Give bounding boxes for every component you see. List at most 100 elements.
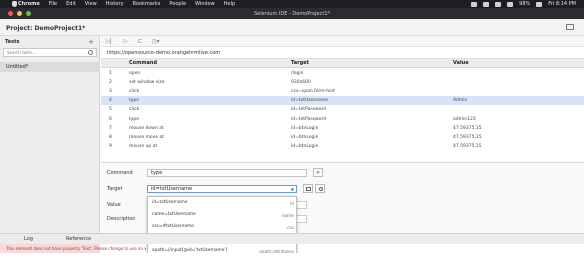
row-target: /login xyxy=(291,71,304,76)
suggestion-strategy: id xyxy=(290,202,294,207)
column-header-target: Target xyxy=(291,60,309,66)
clear-command-button[interactable]: × xyxy=(313,168,323,177)
base-url-field[interactable]: https://opensource-demo.orangehrmlive.co… xyxy=(101,47,584,59)
row-value: 47.59375,15 xyxy=(453,134,482,140)
open-project-icon[interactable] xyxy=(566,24,574,30)
table-row[interactable]: 1 open/login xyxy=(101,69,584,78)
suggestion-locator: id=txtUsername xyxy=(152,200,188,205)
suggestion-locator: css=#txtUsername xyxy=(152,224,194,229)
run-current-test-icon[interactable]: ▷ xyxy=(122,38,129,45)
find-target-button[interactable] xyxy=(315,184,325,193)
menu-app-name[interactable]: Chrome xyxy=(18,1,40,7)
row-number: 5 xyxy=(109,107,112,113)
speed-icon[interactable]: ◷▾ xyxy=(151,38,159,45)
menu-view[interactable]: View xyxy=(85,1,97,7)
table-row[interactable]: 7 mouse down at id=btnLogin 47.59375,15 xyxy=(101,124,584,133)
close-window-button[interactable] xyxy=(8,11,13,16)
target-suggestion-item[interactable]: id=txtUsername id xyxy=(148,200,296,210)
window-titlebar: Selenium IDE - DemoProject1* xyxy=(0,8,584,19)
test-list-item[interactable]: Untitled* xyxy=(0,62,100,72)
run-all-tests-icon[interactable]: ▷▏ xyxy=(106,38,115,45)
menu-file[interactable]: File xyxy=(49,1,57,7)
row-target: css=span.form-hint xyxy=(291,89,336,95)
tests-dropdown-label[interactable]: Tests xyxy=(5,39,19,45)
table-row[interactable]: 6 type id=txtPassword admin123 xyxy=(101,115,584,124)
menu-edit[interactable]: Edit xyxy=(66,1,76,7)
row-target: id=txtUsername xyxy=(291,98,329,104)
wifi-icon[interactable] xyxy=(495,1,502,7)
command-table: Command Target Value 1 open/login 2 set win… xyxy=(101,59,584,162)
suggestion-locator: name=txtUsername xyxy=(152,212,196,217)
row-target: id=btnLogin xyxy=(291,134,319,140)
command-label: Command xyxy=(107,170,133,176)
suggestion-strategy: css xyxy=(287,226,294,231)
bottom-panel-tabs: Log Reference xyxy=(0,233,584,244)
tests-panel: Tests + Untitled* xyxy=(0,36,100,233)
apple-icon[interactable] xyxy=(12,1,17,7)
target-input[interactable]: id=txtUsername ▼ xyxy=(147,185,297,193)
project-name[interactable]: Project: DemoProject1* xyxy=(6,25,85,32)
zoom-window-button[interactable] xyxy=(26,11,31,16)
row-number: 2 xyxy=(109,80,112,86)
value-label: Value xyxy=(107,202,121,208)
menu-people[interactable]: People xyxy=(169,1,186,7)
tray-app-icon[interactable] xyxy=(483,1,490,7)
command-input[interactable]: type xyxy=(147,169,307,177)
select-target-button[interactable] xyxy=(303,184,313,193)
step-over-icon[interactable]: ⊏ xyxy=(137,38,144,45)
row-target: 930x600 xyxy=(291,80,311,86)
search-icon xyxy=(319,187,323,191)
row-value: 47.59375,15 xyxy=(453,125,482,131)
row-number: 6 xyxy=(109,116,112,122)
chevron-down-icon[interactable]: ▼ xyxy=(291,186,294,193)
target-suggestion-item[interactable]: name=txtUsername name xyxy=(148,212,296,222)
row-target: id=btnLogin xyxy=(291,143,319,149)
minimize-window-button[interactable] xyxy=(17,11,22,16)
table-row[interactable]: 8 mouse move at id=btnLogin 47.59375,15 xyxy=(101,133,584,142)
project-bar: Project: DemoProject1* xyxy=(0,19,584,36)
menu-help[interactable]: Help xyxy=(224,1,235,7)
table-row[interactable]: 2 set window size 930x600 xyxy=(101,78,584,87)
row-value: Admin xyxy=(453,98,468,104)
row-target: id=btnLogin xyxy=(291,125,319,131)
select-target-icon xyxy=(306,187,311,191)
column-header-command: Command xyxy=(129,60,158,66)
test-search-box xyxy=(3,48,97,57)
row-command: type xyxy=(129,98,140,104)
row-number: 1 xyxy=(109,71,112,76)
battery-icon[interactable] xyxy=(536,1,543,7)
battery-percent[interactable]: 98% xyxy=(519,1,530,7)
playback-toolbar: ▷▏ ▷ ⊏ ◷▾ xyxy=(101,36,584,47)
row-command: mouse up at xyxy=(129,143,158,149)
menu-history[interactable]: History xyxy=(106,1,124,7)
window-title: Selenium IDE - DemoProject1* xyxy=(253,10,330,17)
tab-log[interactable]: Log xyxy=(24,236,33,242)
menubar-clock[interactable]: Fri 8:14 PM xyxy=(548,1,576,7)
menu-window[interactable]: Window xyxy=(195,1,215,7)
selenium-ide-window: Chrome File Edit View History Bookmarks … xyxy=(0,0,584,273)
traffic-lights xyxy=(8,11,31,16)
log-area xyxy=(0,253,584,273)
menu-bookmarks[interactable]: Bookmarks xyxy=(132,1,160,7)
tests-header: Tests + xyxy=(0,36,100,47)
row-target: id=txtPassword xyxy=(291,116,327,122)
row-command: click xyxy=(129,107,140,113)
table-row[interactable]: 5 click id=txtPassword xyxy=(101,105,584,114)
target-value: id=txtUsername xyxy=(151,186,193,192)
table-row[interactable]: 9 mouse up at id=btnLogin 47.59375,15 xyxy=(101,142,584,151)
log-error-message: This element does not have property 'Tex… xyxy=(6,246,146,251)
row-target: id=txtPassword xyxy=(291,107,327,113)
tab-reference[interactable]: Reference xyxy=(66,236,91,242)
description-label: Description xyxy=(107,216,136,222)
test-search-input[interactable] xyxy=(4,49,84,56)
volume-icon[interactable] xyxy=(507,1,514,7)
table-row[interactable]: 3 click css=span.form-hint xyxy=(101,87,584,96)
tray-app-icon[interactable] xyxy=(471,1,478,7)
row-command: type xyxy=(129,116,140,122)
add-test-icon[interactable]: + xyxy=(88,38,94,46)
row-command: click xyxy=(129,89,140,95)
table-row[interactable]: 4 type id=txtUsername Admin xyxy=(101,96,584,106)
row-number: 7 xyxy=(109,125,112,131)
row-number: 8 xyxy=(109,134,112,140)
search-icon xyxy=(88,50,93,55)
